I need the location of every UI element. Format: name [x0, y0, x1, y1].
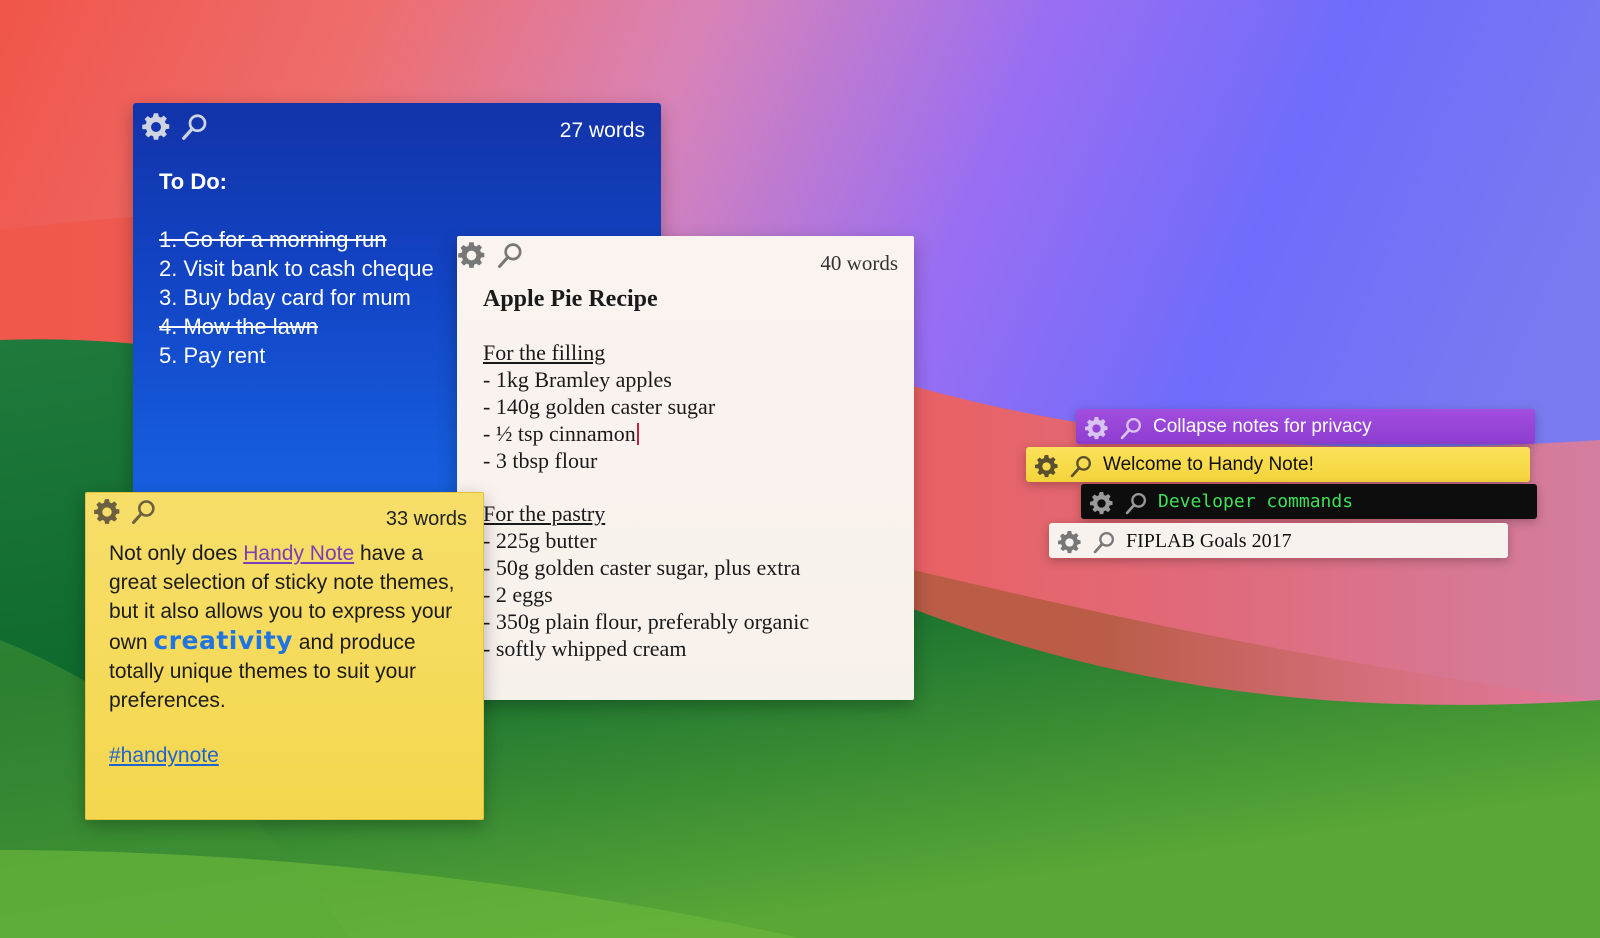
gear-icon[interactable] [141, 112, 171, 142]
word-count: 40 words [820, 251, 898, 275]
creativity-text: creativity [153, 626, 293, 655]
note-handy[interactable]: 33 words Not only does Handy Note have a… [85, 492, 484, 820]
ingredient-item: - 350g plain flour, preferably organic [483, 609, 810, 634]
note-content[interactable]: Not only does Handy Note have a great se… [109, 539, 471, 770]
section-heading: For the filling [483, 340, 606, 365]
word-count: 27 words [559, 119, 645, 142]
search-icon[interactable] [1124, 491, 1149, 516]
note-text: Not only does [109, 542, 244, 565]
word-count: 33 words [385, 508, 467, 530]
note-toolbar: 33 words [86, 493, 483, 539]
collapsed-note-title: FIPLAB Goals 2017 [1126, 530, 1292, 552]
note-title: To Do: [159, 169, 228, 194]
gear-icon[interactable] [457, 241, 486, 270]
gear-icon[interactable] [1089, 491, 1114, 516]
handy-note-link[interactable]: Handy Note [243, 542, 354, 565]
search-icon[interactable] [180, 112, 210, 142]
ingredient-item: - 1kg Bramley apples [483, 367, 672, 392]
gear-icon[interactable] [93, 498, 121, 526]
note-recipe[interactable]: 40 words Apple Pie Recipe For the fillin… [457, 236, 914, 700]
search-icon[interactable] [1092, 530, 1117, 555]
gear-icon[interactable] [1084, 416, 1109, 441]
search-icon[interactable] [130, 498, 158, 526]
hashtag-link[interactable]: #handynote [109, 741, 471, 770]
note-toolbar: 40 words [457, 236, 914, 282]
note-content[interactable]: Apple Pie Recipe For the filling - 1kg B… [483, 286, 902, 662]
ingredient-item: - 50g golden caster sugar, plus extra [483, 555, 801, 580]
collapsed-note-title: Welcome to Handy Note! [1103, 454, 1314, 475]
search-icon[interactable] [1119, 416, 1144, 441]
ingredient-text: - ½ tsp cinnamon [483, 421, 636, 446]
note-title: Apple Pie Recipe [483, 286, 658, 312]
gear-icon[interactable] [1057, 530, 1082, 555]
ingredient-item: - ½ tsp cinnamon [483, 420, 902, 447]
note-toolbar: 27 words [133, 103, 661, 149]
collapsed-note-privacy[interactable]: Collapse notes for privacy [1076, 409, 1535, 444]
collapsed-note-goals[interactable]: FIPLAB Goals 2017 [1049, 523, 1508, 558]
collapsed-note-title: Developer commands [1158, 491, 1354, 512]
collapsed-note-title: Collapse notes for privacy [1153, 416, 1372, 437]
collapsed-note-welcome[interactable]: Welcome to Handy Note! [1026, 447, 1530, 482]
ingredient-item: - 2 eggs [483, 582, 553, 607]
collapsed-note-developer[interactable]: Developer commands [1081, 484, 1537, 519]
ingredient-item: - softly whipped cream [483, 636, 687, 661]
section-heading: For the pastry [483, 501, 606, 526]
search-icon[interactable] [496, 241, 525, 270]
ingredient-item: - 140g golden caster sugar [483, 394, 716, 419]
text-cursor [636, 423, 639, 445]
search-icon[interactable] [1069, 454, 1094, 479]
gear-icon[interactable] [1034, 454, 1059, 479]
ingredient-item: - 225g butter [483, 528, 597, 553]
ingredient-item: - 3 tbsp flour [483, 448, 598, 473]
